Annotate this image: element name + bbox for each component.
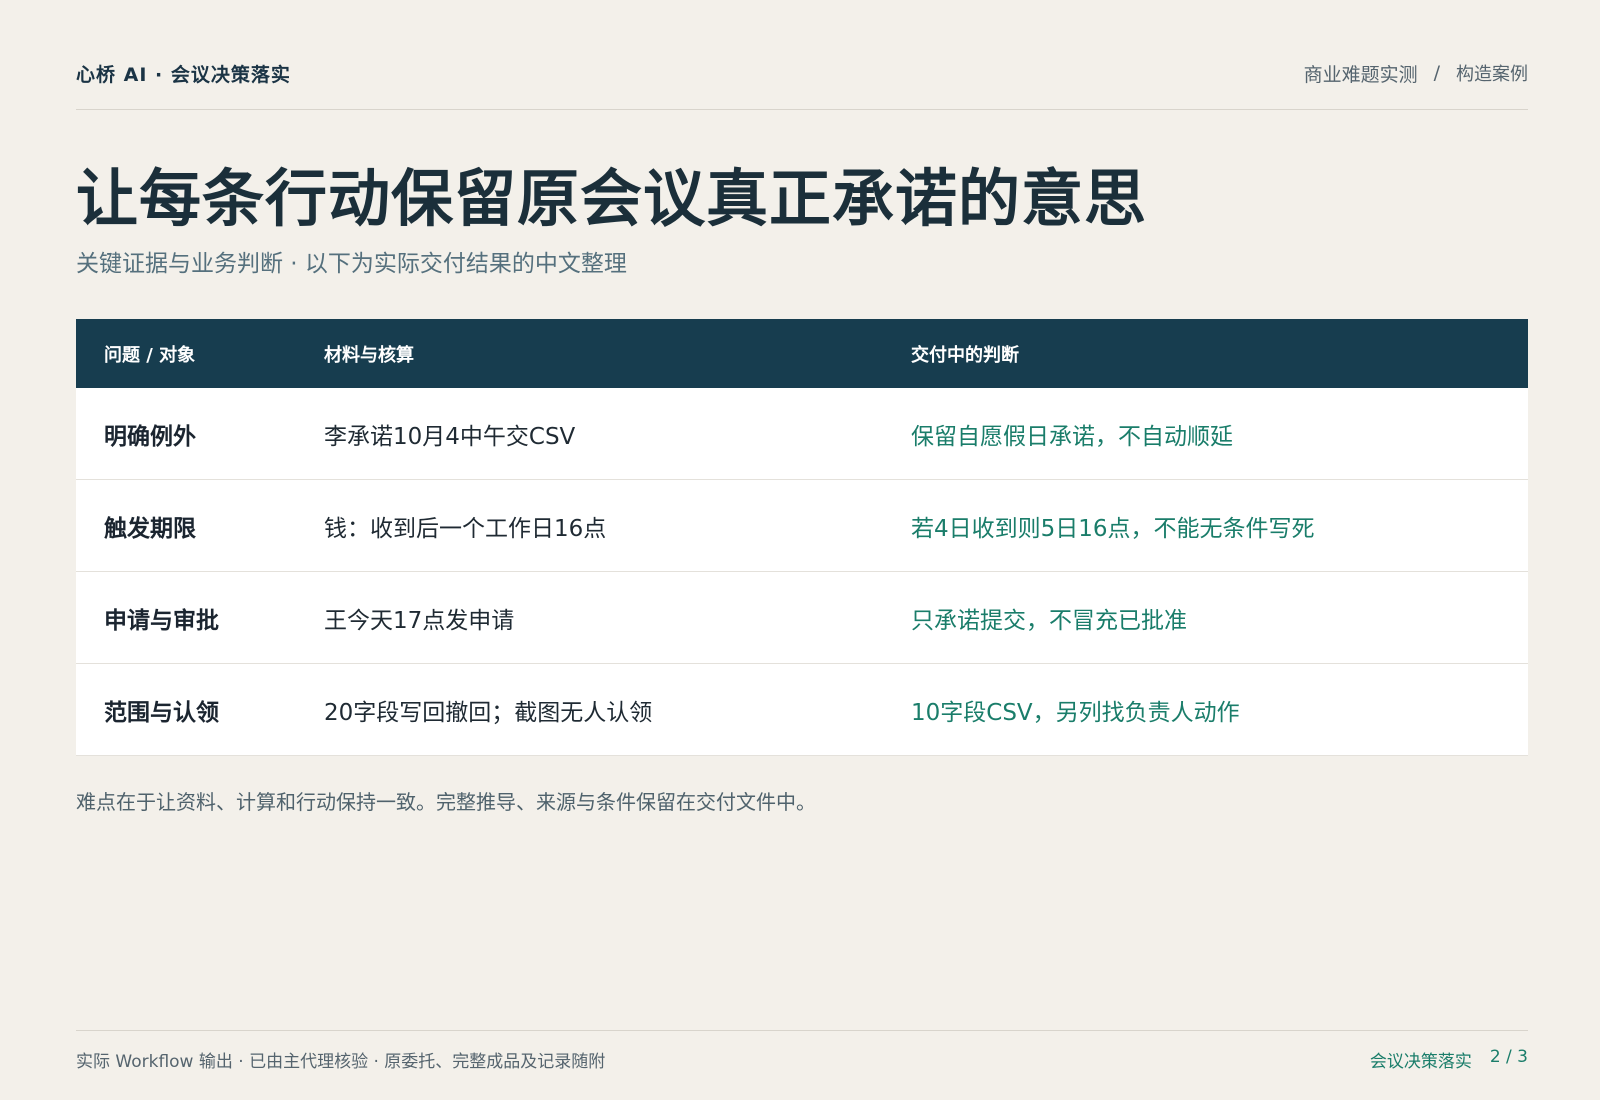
breadcrumb-item-category[interactable]: 商业难题实测 bbox=[1304, 60, 1418, 87]
row-material: 钱：收到后一个工作日16点 bbox=[324, 515, 607, 542]
breadcrumb: 商业难题实测 / 构造案例 bbox=[1304, 60, 1528, 87]
row-judgment: 只承诺提交，不冒充已批准 bbox=[911, 607, 1187, 634]
brand-label: 心桥 AI · 会议决策落实 bbox=[76, 63, 291, 86]
bottom-divider bbox=[76, 1030, 1528, 1031]
footer-source-text: 实际 Workflow 输出 · 已由主代理核验 · 原委托、完整成品及记录随附 bbox=[76, 1052, 606, 1072]
row-judgment: 若4日收到则5日16点，不能无条件写死 bbox=[911, 515, 1315, 542]
top-divider bbox=[76, 109, 1528, 110]
page-subtitle: 关键证据与业务判断 · 以下为实际交付结果的中文整理 bbox=[76, 251, 627, 277]
row-material: 王今天17点发申请 bbox=[324, 607, 515, 634]
row-judgment: 保留自愿假日承诺，不自动顺延 bbox=[911, 423, 1233, 450]
row-item: 触发期限 bbox=[104, 515, 196, 542]
footer-right: 会议决策落实 2 / 3 bbox=[1370, 1047, 1528, 1072]
column-header-material: 材料与核算 bbox=[324, 344, 414, 366]
breadcrumb-separator: / bbox=[1433, 62, 1440, 84]
footer-section-label: 会议决策落实 bbox=[1369, 1052, 1472, 1072]
table-row: 申请与审批 王今天17点发申请 只承诺提交，不冒充已批准 bbox=[76, 572, 1528, 664]
column-header-item: 问题 / 对象 bbox=[104, 344, 196, 366]
row-material: 李承诺10月4中午交CSV bbox=[324, 423, 576, 450]
row-item: 申请与审批 bbox=[104, 607, 219, 634]
footnote: 难点在于让资料、计算和行动保持一致。完整推导、来源与条件保留在交付文件中。 bbox=[76, 790, 816, 814]
decision-table: 问题 / 对象 材料与核算 交付中的判断 明确例外 李承诺10月4中午交CSV … bbox=[76, 319, 1528, 756]
row-item: 明确例外 bbox=[104, 423, 196, 450]
page-number: 2 / 3 bbox=[1489, 1047, 1528, 1067]
row-judgment: 10字段CSV，另列找负责人动作 bbox=[911, 699, 1240, 726]
table-header-row: 问题 / 对象 材料与核算 交付中的判断 bbox=[76, 319, 1528, 388]
row-material: 20字段写回撤回；截图无人认领 bbox=[324, 699, 653, 726]
breadcrumb-item-case[interactable]: 构造案例 bbox=[1456, 60, 1528, 86]
page-footer: 实际 Workflow 输出 · 已由主代理核验 · 原委托、完整成品及记录随附… bbox=[76, 1047, 1528, 1072]
table-row: 明确例外 李承诺10月4中午交CSV 保留自愿假日承诺，不自动顺延 bbox=[76, 388, 1528, 480]
page-title: 让每条行动保留原会议真正承诺的意思 bbox=[76, 162, 1148, 235]
table-row: 范围与认领 20字段写回撤回；截图无人认领 10字段CSV，另列找负责人动作 bbox=[76, 664, 1528, 756]
row-item: 范围与认领 bbox=[104, 699, 219, 726]
top-bar: 心桥 AI · 会议决策落实 商业难题实测 / 构造案例 bbox=[76, 58, 1528, 88]
column-header-judgment: 交付中的判断 bbox=[911, 344, 1019, 366]
slide-page: 心桥 AI · 会议决策落实 商业难题实测 / 构造案例 让每条行动保留原会议真… bbox=[76, 0, 1528, 1100]
table-row: 触发期限 钱：收到后一个工作日16点 若4日收到则5日16点，不能无条件写死 bbox=[76, 480, 1528, 572]
